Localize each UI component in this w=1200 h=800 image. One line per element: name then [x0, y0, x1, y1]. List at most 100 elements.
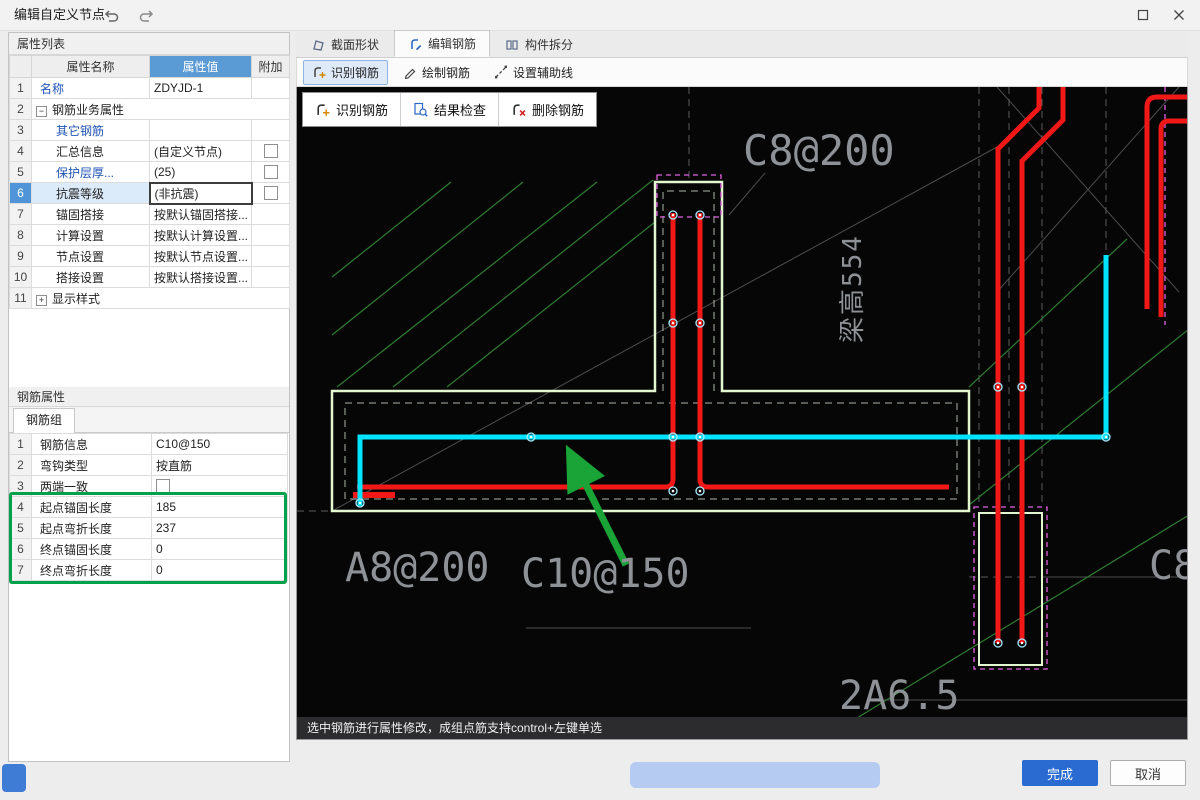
construction-lines [332, 87, 1188, 700]
property-group-cell[interactable]: +显示样式 [32, 288, 290, 309]
float-delete-rebar-button[interactable]: 删除钢筋 [499, 93, 596, 126]
floating-toolbar: 识别钢筋 结果检查 删除钢筋 [302, 92, 597, 127]
cad-canvas[interactable]: 识别钢筋 结果检查 删除钢筋 [296, 87, 1188, 740]
tab-split-component[interactable]: 构件拆分 [492, 32, 586, 57]
property-list-header: 属性列表 [9, 33, 289, 55]
rebar-value-cell[interactable]: 237 [152, 518, 288, 539]
rebar-name-cell: 起点锚固长度 [32, 497, 152, 518]
rebar-value-cell[interactable]: C10@150 [152, 434, 288, 455]
tab-rebar-group[interactable]: 钢筋组 [13, 408, 75, 434]
rebar-value-cell[interactable]: 按直筋 [152, 455, 288, 476]
rebar-row[interactable]: 2弯钩类型按直筋 [10, 455, 288, 476]
property-value-cell[interactable]: 按默认搭接设置... [150, 267, 252, 288]
property-row[interactable]: 3其它钢筋 [10, 120, 290, 141]
property-row[interactable]: 4汇总信息(自定义节点) [10, 141, 290, 162]
property-name-cell[interactable]: 名称 [32, 78, 150, 99]
undo-icon[interactable] [102, 8, 120, 23]
column-outline[interactable] [979, 513, 1042, 665]
property-value-cell[interactable]: (25) [150, 162, 252, 183]
attach-checkbox[interactable] [264, 186, 278, 200]
cyan-rebar[interactable] [360, 255, 1106, 506]
result-check-icon [413, 102, 428, 117]
rebar-value-cell[interactable]: 0 [152, 560, 288, 581]
property-attach-cell [252, 267, 290, 288]
collapse-icon[interactable]: − [36, 106, 47, 117]
property-attach-cell [252, 78, 290, 99]
toolbar-label: 设置辅助线 [513, 64, 573, 81]
blurred-overlay [630, 762, 880, 788]
tab-edit-rebar[interactable]: 编辑钢筋 [394, 30, 490, 57]
property-row[interactable]: 6抗震等级(非抗震) [10, 183, 290, 204]
property-name-cell[interactable]: 其它钢筋 [32, 120, 150, 141]
property-value-cell[interactable] [150, 120, 252, 141]
close-icon[interactable] [1162, 0, 1196, 30]
row-number: 4 [10, 141, 32, 162]
both-ends-checkbox[interactable] [156, 479, 170, 493]
tab-label: 编辑钢筋 [428, 35, 476, 52]
attach-checkbox[interactable] [264, 165, 278, 179]
aux-line-button[interactable]: 设置辅助线 [485, 60, 582, 85]
maximize-icon[interactable] [1126, 0, 1160, 30]
tab-section-shape[interactable]: 截面形状 [298, 32, 392, 57]
rebar-row[interactable]: 1钢筋信息C10@150 [10, 434, 288, 455]
column-header-value[interactable]: 属性值 [150, 56, 252, 78]
rebar-tabstrip: 钢筋组 [9, 407, 289, 433]
property-name-cell[interactable]: 搭接设置 [32, 267, 150, 288]
t-structure-outline[interactable] [332, 182, 969, 511]
main-area: 截面形状 编辑钢筋 构件拆分 识别钢筋 绘制钢筋 设置辅助线 识 [296, 32, 1188, 740]
rebar-row[interactable]: 7终点弯折长度0 [10, 560, 288, 581]
label-bottom-center: C10@150 [521, 551, 690, 597]
attach-checkbox[interactable] [264, 144, 278, 158]
finish-button[interactable]: 完成 [1022, 760, 1098, 786]
tab-label: 构件拆分 [525, 36, 573, 53]
float-button-label: 识别钢筋 [336, 100, 388, 119]
property-value-cell[interactable]: ZDYJD-1 [150, 78, 252, 99]
property-value-cell[interactable]: (非抗震) [150, 183, 252, 204]
property-value-cell[interactable]: 按默认计算设置... [150, 225, 252, 246]
rebar-row[interactable]: 4起点锚固长度185 [10, 497, 288, 518]
corner-header-cell [10, 56, 32, 78]
column-header-attach[interactable]: 附加 [252, 56, 290, 78]
rebar-value-cell[interactable]: 185 [152, 497, 288, 518]
left-panel: 属性列表 属性名称 属性值 附加 1名称ZDYJD-12−钢筋业务属性3其它钢筋… [8, 32, 290, 762]
row-number: 4 [10, 497, 32, 518]
rebar-row[interactable]: 6终点锚固长度0 [10, 539, 288, 560]
property-name-cell[interactable]: 锚固搭接 [32, 204, 150, 225]
property-name-cell[interactable]: 汇总信息 [32, 141, 150, 162]
property-row[interactable]: 11+显示样式 [10, 288, 290, 309]
status-bar: 选中钢筋进行属性修改，成组点筋支持control+左键单选 [297, 717, 1187, 739]
cancel-button[interactable]: 取消 [1110, 760, 1186, 786]
redo-icon[interactable] [138, 8, 156, 23]
column-header-name[interactable]: 属性名称 [32, 56, 150, 78]
rebar-row[interactable]: 5起点弯折长度237 [10, 518, 288, 539]
rebar-value-cell[interactable] [152, 476, 288, 497]
property-table-body: 1名称ZDYJD-12−钢筋业务属性3其它钢筋4汇总信息(自定义节点)5保护层厚… [10, 78, 290, 309]
property-value-cell[interactable]: 按默认节点设置... [150, 246, 252, 267]
property-name-cell[interactable]: 计算设置 [32, 225, 150, 246]
property-row[interactable]: 2−钢筋业务属性 [10, 99, 290, 120]
row-number: 5 [10, 518, 32, 539]
property-row[interactable]: 7锚固搭接按默认锚固搭接... [10, 204, 290, 225]
float-result-check-button[interactable]: 结果检查 [401, 93, 499, 126]
property-row[interactable]: 10搭接设置按默认搭接设置... [10, 267, 290, 288]
rebar-table-body: 1钢筋信息C10@1502弯钩类型按直筋3两端一致4起点锚固长度1855起点弯折… [10, 434, 288, 581]
property-value-cell[interactable]: 按默认锚固搭接... [150, 204, 252, 225]
cad-labels: C8@200 A8@200 C10@150 2A6.5 梁高554 C8 [345, 126, 1188, 718]
property-value-cell[interactable]: (自定义节点) [150, 141, 252, 162]
expand-icon[interactable]: + [36, 295, 47, 306]
property-row[interactable]: 8计算设置按默认计算设置... [10, 225, 290, 246]
magenta-selection-outline [657, 87, 1165, 669]
rebar-row[interactable]: 3两端一致 [10, 476, 288, 497]
property-name-cell[interactable]: 保护层厚... [32, 162, 150, 183]
property-name-cell[interactable]: 抗震等级 [32, 183, 150, 204]
recognize-rebar-button[interactable]: 识别钢筋 [303, 60, 388, 85]
rebar-value-cell[interactable]: 0 [152, 539, 288, 560]
property-row[interactable]: 9节点设置按默认节点设置... [10, 246, 290, 267]
property-row[interactable]: 1名称ZDYJD-1 [10, 78, 290, 99]
property-name-cell[interactable]: 节点设置 [32, 246, 150, 267]
draw-rebar-button[interactable]: 绘制钢筋 [394, 60, 479, 85]
cad-drawing[interactable]: C8@200 A8@200 C10@150 2A6.5 梁高554 C8 [297, 87, 1188, 718]
property-group-cell[interactable]: −钢筋业务属性 [32, 99, 290, 120]
property-row[interactable]: 5保护层厚...(25) [10, 162, 290, 183]
float-recognize-rebar-button[interactable]: 识别钢筋 [303, 93, 401, 126]
